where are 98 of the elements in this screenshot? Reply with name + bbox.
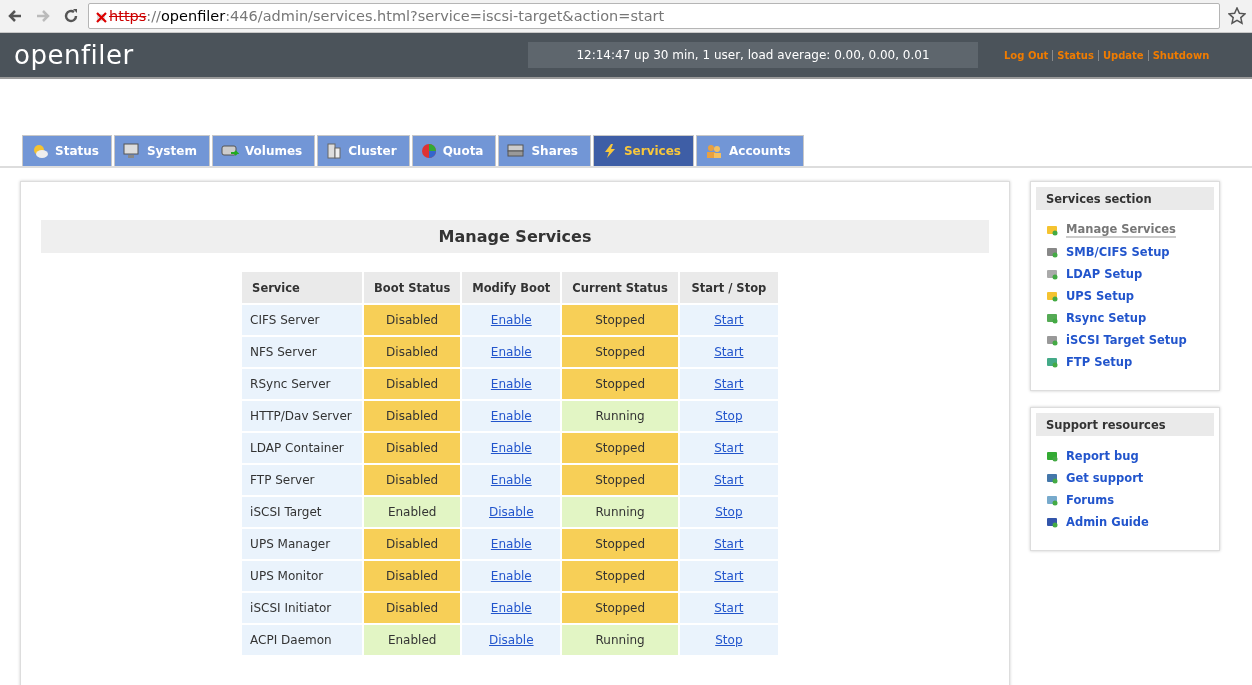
section-title: Support resources <box>1036 413 1214 436</box>
start-stop-link[interactable]: Start <box>714 537 744 551</box>
start-stop-link[interactable]: Stop <box>715 505 743 519</box>
item-icon <box>1046 334 1058 346</box>
item-icon <box>1046 450 1058 462</box>
item-icon <box>1046 494 1058 506</box>
monitor-icon <box>122 143 141 159</box>
boot-status-cell: Disabled <box>364 305 461 335</box>
boot-status-cell: Enabled <box>364 497 461 527</box>
current-status-cell: Stopped <box>562 337 678 367</box>
modify-boot-link[interactable]: Enable <box>490 409 532 423</box>
modify-boot-link[interactable]: Disable <box>489 633 534 647</box>
current-status-cell: Stopped <box>562 433 678 463</box>
sidebar-link[interactable]: LDAP Setup <box>1036 263 1214 285</box>
address-bar[interactable]: https://openfiler:446/admin/services.html?service=iscsi-target&action=start <box>88 3 1220 29</box>
item-icon <box>1046 246 1058 258</box>
current-status-cell: Stopped <box>562 561 678 591</box>
start-stop-link[interactable]: Start <box>714 601 744 615</box>
item-icon <box>1046 312 1058 324</box>
modify-boot-link[interactable]: Enable <box>490 537 532 551</box>
column-header: Boot Status <box>364 272 461 303</box>
current-status-cell: Running <box>562 401 678 431</box>
table-cell: iSCSI Target <box>242 497 363 527</box>
column-header: Start / Stop <box>679 272 778 303</box>
start-stop-link[interactable]: Start <box>714 441 744 455</box>
boot-status-cell: Disabled <box>364 401 461 431</box>
modify-boot-link[interactable]: Enable <box>490 601 532 615</box>
table-cell: CIFS Server <box>242 305 363 335</box>
star-icon[interactable] <box>1228 7 1246 25</box>
sidebar-link[interactable]: Get support <box>1036 467 1214 489</box>
table-cell: FTP Server <box>242 465 363 495</box>
reload-icon[interactable] <box>63 8 79 24</box>
table-cell: NFS Server <box>242 337 363 367</box>
pie-icon <box>420 143 437 159</box>
modify-boot-link[interactable]: Enable <box>490 441 532 455</box>
current-status-cell: Stopped <box>562 529 678 559</box>
start-stop-link[interactable]: Stop <box>715 409 743 423</box>
modify-boot-link[interactable]: Enable <box>490 569 532 583</box>
people-icon <box>705 143 723 159</box>
page-title: Manage Services <box>41 220 989 253</box>
start-stop-link[interactable]: Start <box>714 377 744 391</box>
boot-status-cell: Disabled <box>364 529 461 559</box>
current-status-cell: Stopped <box>562 465 678 495</box>
modify-boot-link[interactable]: Disable <box>489 505 534 519</box>
boot-status-cell: Disabled <box>364 369 461 399</box>
item-icon <box>1046 356 1058 368</box>
sun-cloud-icon <box>31 143 49 159</box>
current-status-cell: Stopped <box>562 369 678 399</box>
start-stop-link[interactable]: Start <box>714 569 744 583</box>
modify-boot-link[interactable]: Enable <box>490 473 532 487</box>
table-cell: LDAP Container <box>242 433 363 463</box>
item-icon <box>1046 224 1058 236</box>
table-cell: iSCSI Initiator <box>242 593 363 623</box>
current-status-cell: Running <box>562 497 678 527</box>
boot-status-cell: Disabled <box>364 561 461 591</box>
boot-status-cell: Disabled <box>364 337 461 367</box>
boot-status-cell: Enabled <box>364 625 461 655</box>
column-header: Service <box>242 272 363 303</box>
table-cell: UPS Monitor <box>242 561 363 591</box>
section-title: Services section <box>1036 187 1214 210</box>
start-stop-link[interactable]: Start <box>714 313 744 327</box>
boot-status-cell: Disabled <box>364 433 461 463</box>
modify-boot-link[interactable]: Enable <box>490 313 532 327</box>
sidebar-link[interactable]: SMB/CIFS Setup <box>1036 241 1214 263</box>
boot-status-cell: Disabled <box>364 593 461 623</box>
column-header: Modify Boot <box>462 272 561 303</box>
uptime-status: 12:14:47 up 30 min, 1 user, load average: 0.00, 0.00, 0.01 <box>528 42 978 68</box>
sidebar-link[interactable]: Report bug <box>1036 445 1214 467</box>
item-icon <box>1046 516 1058 528</box>
current-status-cell: Running <box>562 625 678 655</box>
modify-boot-link[interactable]: Enable <box>490 377 532 391</box>
current-status-cell: Stopped <box>562 305 678 335</box>
sidebar-link[interactable]: Forums <box>1036 489 1214 511</box>
table-cell: ACPI Daemon <box>242 625 363 655</box>
column-header: Current Status <box>562 272 678 303</box>
table-cell: UPS Manager <box>242 529 363 559</box>
drive-icon <box>507 143 526 159</box>
boot-status-cell: Disabled <box>364 465 461 495</box>
item-icon <box>1046 472 1058 484</box>
server-icon <box>326 143 343 159</box>
sidebar-link[interactable]: UPS Setup <box>1036 285 1214 307</box>
table-cell: HTTP/Dav Server <box>242 401 363 431</box>
start-stop-link[interactable]: Stop <box>715 633 743 647</box>
sidebar-link[interactable]: Admin Guide <box>1036 511 1214 533</box>
modify-boot-link[interactable]: Enable <box>490 345 532 359</box>
item-icon <box>1046 268 1058 280</box>
sidebar-link[interactable]: FTP Setup <box>1036 351 1214 373</box>
current-status-cell: Stopped <box>562 593 678 623</box>
start-stop-link[interactable]: Start <box>714 345 744 359</box>
nav-tab[interactable]: Services <box>592 135 694 166</box>
item-icon <box>1046 290 1058 302</box>
table-cell: RSync Server <box>242 369 363 399</box>
sidebar-link[interactable]: Manage Services <box>1036 219 1214 241</box>
logo: openfiler <box>14 40 135 70</box>
sidebar-link[interactable]: iSCSI Target Setup <box>1036 329 1214 351</box>
sidebar-link[interactable]: Rsync Setup <box>1036 307 1214 329</box>
back-arrow-icon[interactable] <box>7 8 23 24</box>
start-stop-link[interactable]: Start <box>714 473 744 487</box>
